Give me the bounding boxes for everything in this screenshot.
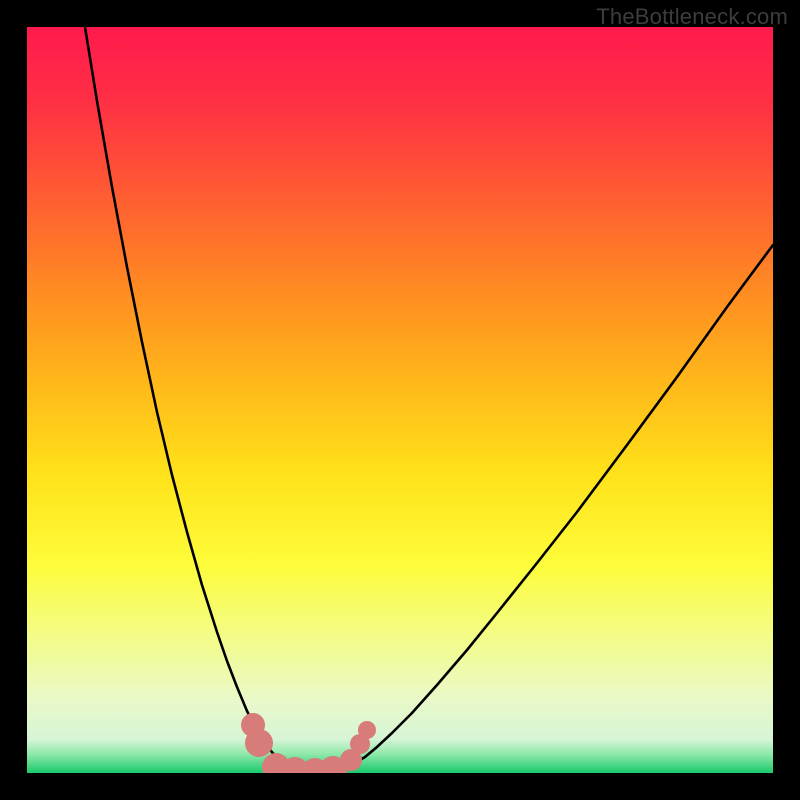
curve-path [85,27,285,768]
chart-frame: TheBottleneck.com [0,0,800,800]
data-marker [245,729,273,757]
chart-curves [27,27,773,773]
data-marker [358,721,376,739]
watermark-text: TheBottleneck.com [596,4,788,30]
curve-path [341,245,773,770]
plot-area [27,27,773,773]
